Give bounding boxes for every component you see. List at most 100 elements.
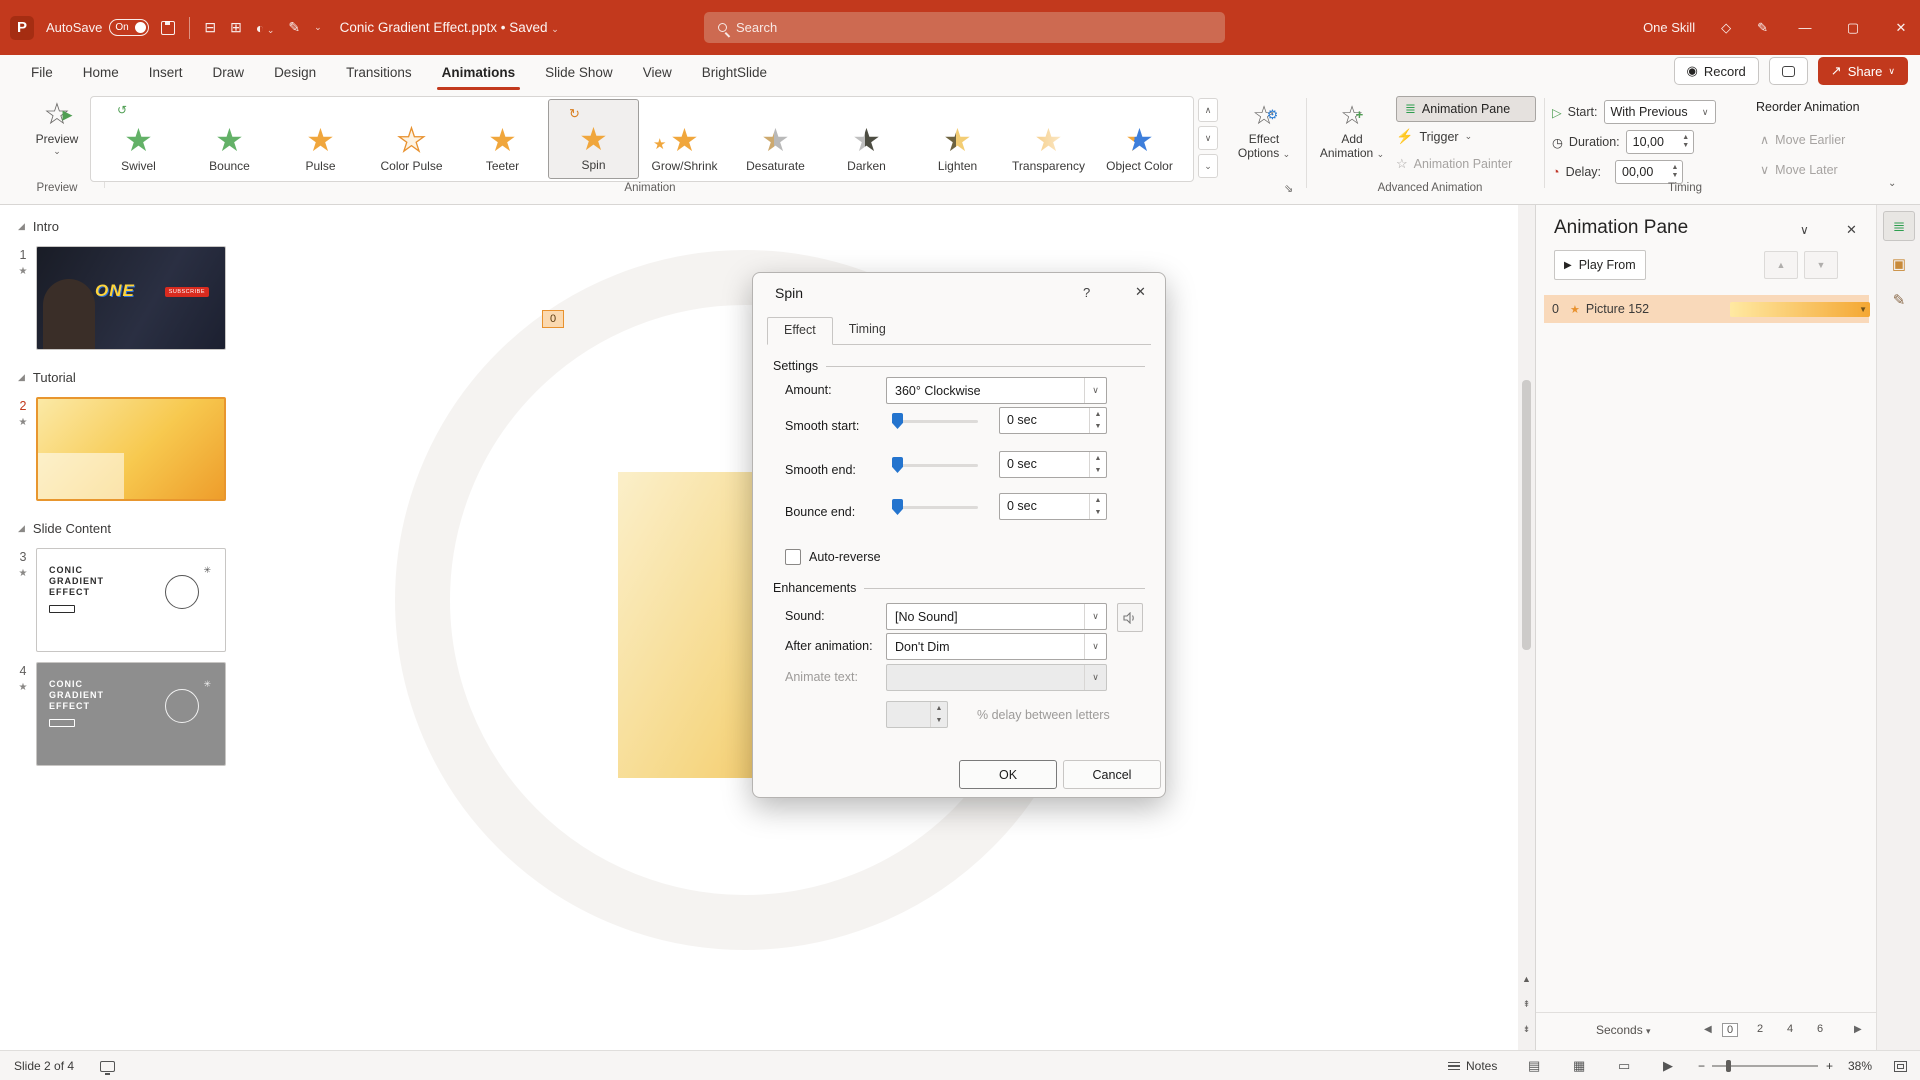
after-animation-select[interactable]: Don't Dim ∨ bbox=[886, 633, 1107, 660]
slide-thumbnail-row-1[interactable]: 1 ★ ONE SUBSCRIBE bbox=[0, 242, 251, 356]
smooth-start-input[interactable]: 0 sec ▲ ▼ bbox=[999, 407, 1107, 434]
gallery-item-transparency[interactable]: ★ Transparency bbox=[1003, 99, 1094, 179]
pane-collapse-icon[interactable]: ∨ bbox=[1800, 223, 1809, 237]
smooth-end-input[interactable]: 0 sec ▲ ▼ bbox=[999, 451, 1107, 478]
gallery-item-swivel[interactable]: ↺ ★ Swivel bbox=[93, 99, 184, 179]
gallery-item-color-pulse[interactable]: ★ Color Pulse bbox=[366, 99, 457, 179]
scrollbar-thumb[interactable] bbox=[1522, 380, 1531, 650]
display-icon[interactable] bbox=[100, 1051, 115, 1080]
animation-timeline-bar[interactable]: ▼ bbox=[1730, 302, 1870, 317]
reading-view-icon[interactable]: ▭ bbox=[1618, 1051, 1630, 1080]
effect-options-button[interactable]: ☆ ⚙ Effect Options ⌄ bbox=[1228, 98, 1300, 160]
timeline-unit-select[interactable]: Seconds ▾ bbox=[1596, 1023, 1651, 1037]
slide-thumbnail-row-2[interactable]: 2 ★ bbox=[0, 393, 251, 507]
slide-sorter-view-icon[interactable]: ▦ bbox=[1573, 1051, 1585, 1080]
fit-to-window-icon[interactable] bbox=[1894, 1051, 1907, 1080]
gallery-down-icon[interactable]: ∨ bbox=[1198, 126, 1218, 150]
document-title[interactable]: Conic Gradient Effect.pptx • Saved ⌄ bbox=[340, 20, 559, 35]
close-button[interactable]: ✕ bbox=[1890, 20, 1912, 36]
chevron-down-icon[interactable]: ▼ bbox=[1859, 305, 1867, 314]
cancel-button[interactable]: Cancel bbox=[1063, 760, 1161, 789]
tab-home[interactable]: Home bbox=[68, 55, 134, 90]
reorder-up-button[interactable]: ▲ bbox=[1764, 251, 1798, 279]
reorder-down-button[interactable]: ▼ bbox=[1804, 251, 1838, 279]
spinner-arrows[interactable]: ▲ ▼ bbox=[1089, 408, 1106, 433]
animation-pane-button[interactable]: ≣ Animation Pane bbox=[1396, 96, 1536, 122]
move-later-button[interactable]: ∨ Move Later bbox=[1760, 162, 1838, 178]
format-brush-icon[interactable]: ✎ bbox=[1883, 285, 1915, 315]
sound-select[interactable]: [No Sound] ∨ bbox=[886, 603, 1107, 630]
slide-thumbnail-row-3[interactable]: 3 ★ CONIC GRADIENT EFFECT ✳ bbox=[0, 544, 251, 658]
align-distribute-icon[interactable]: ⊟ bbox=[204, 19, 216, 36]
ok-button[interactable]: OK bbox=[959, 760, 1057, 789]
gallery-item-desaturate[interactable]: ★ Desaturate bbox=[730, 99, 821, 179]
dialog-tab-effect[interactable]: Effect bbox=[767, 317, 833, 345]
shape-fill-icon[interactable]: ◐ ⌄ bbox=[256, 20, 275, 36]
trigger-button[interactable]: ⚡ Trigger ⌄ bbox=[1396, 128, 1472, 145]
bounce-end-input[interactable]: 0 sec ▲ ▼ bbox=[999, 493, 1107, 520]
duration-input[interactable]: 10,00 ▲ ▼ bbox=[1625, 130, 1694, 154]
move-earlier-button[interactable]: ∧ Move Earlier bbox=[1760, 132, 1845, 148]
spinner-arrows[interactable]: ▲ ▼ bbox=[1089, 494, 1106, 519]
start-select[interactable]: With Previous ∨ bbox=[1603, 100, 1716, 124]
designer-pane-icon[interactable]: ▣ bbox=[1883, 249, 1915, 279]
pen-icon[interactable]: ✎ bbox=[288, 19, 300, 36]
qat-overflow-icon[interactable]: ⌄ bbox=[314, 22, 322, 33]
tab-file[interactable]: File bbox=[16, 55, 68, 90]
timeline-scroll-left-icon[interactable]: ◀ bbox=[1704, 1024, 1712, 1035]
tab-animations[interactable]: Animations bbox=[427, 55, 531, 90]
slide-thumbnail[interactable]: CONIC GRADIENT EFFECT ✳ bbox=[36, 662, 226, 766]
normal-view-icon[interactable]: ▤ bbox=[1528, 1051, 1540, 1080]
smooth-start-slider[interactable] bbox=[892, 413, 978, 429]
tab-view[interactable]: View bbox=[628, 55, 687, 90]
gallery-item-darken[interactable]: ★ Darken bbox=[821, 99, 912, 179]
tab-design[interactable]: Design bbox=[259, 55, 331, 90]
restore-button[interactable]: ▢ bbox=[1842, 20, 1864, 36]
add-animation-button[interactable]: ☆ + Add Animation ⌄ bbox=[1312, 98, 1392, 160]
scroll-up-icon[interactable]: ▲ bbox=[1518, 968, 1535, 990]
auto-reverse-checkbox[interactable] bbox=[785, 549, 801, 565]
next-slide-icon[interactable]: ⇟ bbox=[1518, 1018, 1535, 1040]
pane-close-icon[interactable]: ✕ bbox=[1846, 222, 1857, 238]
delay-input[interactable]: 00,00 ▲ ▼ bbox=[1615, 160, 1683, 184]
tab-slide-show[interactable]: Slide Show bbox=[530, 55, 628, 90]
section-header-tutorial[interactable]: ◢ Tutorial bbox=[0, 356, 251, 393]
share-button[interactable]: ↗ Share ∨ bbox=[1817, 57, 1908, 85]
bounce-end-slider[interactable] bbox=[892, 499, 978, 515]
chevron-down-icon[interactable]: ∨ bbox=[1084, 604, 1106, 629]
chevron-down-icon[interactable]: ∨ bbox=[1084, 634, 1106, 659]
gallery-item-object-color[interactable]: ★ Object Color bbox=[1094, 99, 1185, 179]
zoom-slider-thumb[interactable] bbox=[1726, 1060, 1731, 1072]
slide-thumbnail[interactable] bbox=[36, 397, 226, 501]
gallery-up-icon[interactable]: ∧ bbox=[1198, 98, 1218, 122]
section-header-slide-content[interactable]: ◢ Slide Content bbox=[0, 507, 251, 544]
animation-number-badge[interactable]: 0 bbox=[542, 310, 564, 328]
gallery-more-icon[interactable]: ⌄ bbox=[1198, 154, 1218, 178]
sound-volume-button[interactable] bbox=[1117, 603, 1143, 632]
minimize-button[interactable]: — bbox=[1794, 20, 1816, 35]
gallery-item-pulse[interactable]: ★ Pulse bbox=[275, 99, 366, 179]
smooth-end-slider[interactable] bbox=[892, 457, 978, 473]
section-header-intro[interactable]: ◢ Intro bbox=[0, 205, 251, 242]
dialog-help-button[interactable]: ? bbox=[1083, 285, 1090, 300]
amount-select[interactable]: 360° Clockwise ∨ bbox=[886, 377, 1107, 404]
autosave-toggle[interactable]: On bbox=[109, 19, 150, 36]
tab-brightslide[interactable]: BrightSlide bbox=[687, 55, 782, 90]
align-columns-icon[interactable]: ⊞ bbox=[230, 19, 242, 36]
timeline-scroll-right-icon[interactable]: ▶ bbox=[1854, 1024, 1862, 1035]
tab-insert[interactable]: Insert bbox=[134, 55, 198, 90]
dialog-close-button[interactable]: ✕ bbox=[1135, 284, 1146, 300]
animation-pane-tab-icon[interactable]: ≣ bbox=[1883, 211, 1915, 241]
play-from-button[interactable]: ▶ Play From bbox=[1554, 250, 1646, 280]
save-icon[interactable] bbox=[161, 20, 176, 35]
slide-thumbnail-row-4[interactable]: 4 ★ CONIC GRADIENT EFFECT ✳ bbox=[0, 658, 251, 772]
gallery-item-grow-shrink[interactable]: ★ ★ Grow/Shrink bbox=[639, 99, 730, 179]
slide-thumbnail[interactable]: ONE SUBSCRIBE bbox=[36, 246, 226, 350]
collapse-ribbon-icon[interactable]: ⌄ bbox=[1888, 178, 1896, 189]
editing-mode-icon[interactable]: ✎ bbox=[1757, 20, 1768, 36]
tab-transitions[interactable]: Transitions bbox=[331, 55, 427, 90]
slide-thumbnail[interactable]: CONIC GRADIENT EFFECT ✳ bbox=[36, 548, 226, 652]
search-input[interactable]: Search bbox=[704, 12, 1225, 43]
notes-button[interactable]: Notes bbox=[1448, 1051, 1497, 1080]
zoom-out-button[interactable]: − bbox=[1698, 1051, 1705, 1080]
